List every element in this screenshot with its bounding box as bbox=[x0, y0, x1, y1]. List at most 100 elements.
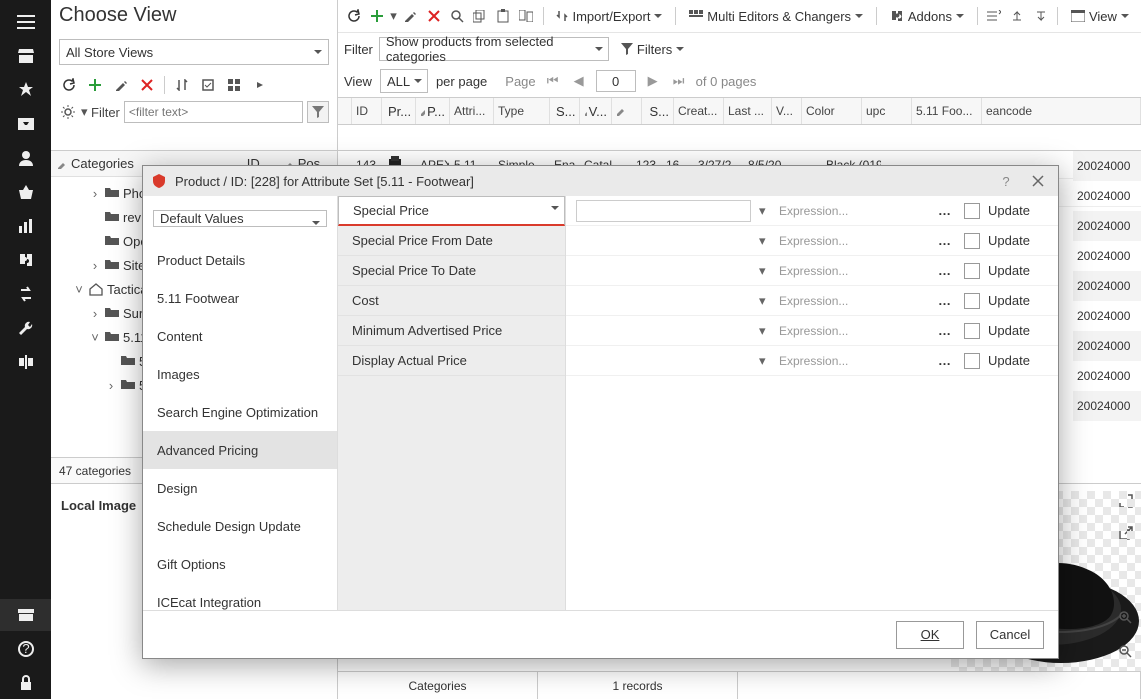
expression-placeholder[interactable]: Expression... bbox=[779, 324, 926, 338]
dialog-close-icon[interactable] bbox=[1026, 169, 1050, 193]
next-page-icon[interactable]: ▶ bbox=[644, 72, 662, 90]
more-icon[interactable]: … bbox=[934, 203, 956, 218]
archive-icon[interactable] bbox=[0, 599, 51, 631]
edit-product-icon[interactable] bbox=[401, 4, 420, 28]
apply-checkbox[interactable] bbox=[964, 353, 980, 369]
attribute-item[interactable]: Special Price From Date bbox=[338, 226, 565, 256]
more-icon[interactable]: … bbox=[934, 293, 956, 308]
update-link[interactable]: Update bbox=[988, 353, 1048, 368]
value-input[interactable] bbox=[576, 200, 751, 222]
paste-icon[interactable] bbox=[493, 4, 512, 28]
cancel-button[interactable]: Cancel bbox=[976, 621, 1044, 649]
chart-icon[interactable] bbox=[0, 210, 51, 242]
update-link[interactable]: Update bbox=[988, 323, 1048, 338]
star-icon[interactable] bbox=[0, 74, 51, 106]
default-values-select[interactable]: Default Values bbox=[153, 210, 327, 227]
add-icon[interactable] bbox=[83, 73, 107, 97]
tool3-icon[interactable] bbox=[1031, 4, 1050, 28]
refresh-icon[interactable] bbox=[57, 73, 81, 97]
dialog-nav-item[interactable]: Product Details bbox=[143, 241, 337, 279]
dialog-help-icon[interactable]: ? bbox=[994, 169, 1018, 193]
dialog-nav-item[interactable]: Gift Options bbox=[143, 545, 337, 583]
multi-editors-btn[interactable]: Multi Editors & Changers bbox=[683, 4, 869, 28]
wrench-icon[interactable] bbox=[0, 312, 51, 344]
update-link[interactable]: Update bbox=[988, 203, 1048, 218]
puzzle-icon[interactable] bbox=[0, 244, 51, 276]
user-icon[interactable] bbox=[0, 142, 51, 174]
last-page-icon[interactable]: ⏭ bbox=[670, 72, 688, 90]
zoom-in-icon[interactable] bbox=[1113, 605, 1137, 629]
dialog-nav-item[interactable]: 5.11 Footwear bbox=[143, 279, 337, 317]
update-link[interactable]: Update bbox=[988, 233, 1048, 248]
more-icon[interactable]: … bbox=[934, 263, 956, 278]
gear-icon[interactable] bbox=[59, 103, 77, 121]
apply-checkbox[interactable] bbox=[964, 263, 980, 279]
dialog-nav-item[interactable]: ICEcat Integration bbox=[143, 583, 337, 610]
col-id[interactable]: ID bbox=[352, 98, 382, 124]
clone-icon[interactable] bbox=[517, 4, 536, 28]
sort-icon[interactable] bbox=[170, 73, 194, 97]
view-all-select[interactable]: ALL bbox=[380, 69, 428, 93]
copy-icon[interactable] bbox=[470, 4, 489, 28]
more-icon[interactable]: … bbox=[934, 353, 956, 368]
store-icon[interactable] bbox=[0, 40, 51, 72]
value-dropdown-icon[interactable]: ▾ bbox=[759, 353, 771, 369]
attribute-item[interactable]: Minimum Advertised Price bbox=[338, 316, 565, 346]
more-icon[interactable]: … bbox=[934, 233, 956, 248]
expression-placeholder[interactable]: Expression... bbox=[779, 204, 926, 218]
attribute-item[interactable]: Display Actual Price bbox=[338, 346, 565, 376]
search-grid-icon[interactable] bbox=[447, 4, 466, 28]
expression-placeholder[interactable]: Expression... bbox=[779, 354, 926, 368]
value-dropdown-icon[interactable]: ▾ bbox=[759, 323, 771, 339]
dialog-nav-item[interactable]: Design bbox=[143, 469, 337, 507]
more-icon[interactable]: … bbox=[934, 323, 956, 338]
update-link[interactable]: Update bbox=[988, 263, 1048, 278]
grid-icon[interactable] bbox=[222, 73, 246, 97]
import-export-btn[interactable]: Import/Export bbox=[550, 4, 668, 28]
help-icon[interactable]: ? bbox=[0, 633, 51, 665]
filters-btn[interactable]: Filters bbox=[615, 37, 690, 61]
dialog-nav-item[interactable]: Advanced Pricing bbox=[143, 431, 337, 469]
expression-placeholder[interactable]: Expression... bbox=[779, 294, 926, 308]
apply-checkbox[interactable] bbox=[964, 233, 980, 249]
lock-icon[interactable] bbox=[0, 667, 51, 699]
tool2-icon[interactable] bbox=[1008, 4, 1027, 28]
first-page-icon[interactable]: ⏮ bbox=[544, 72, 562, 90]
value-dropdown-icon[interactable]: ▾ bbox=[759, 233, 771, 249]
add-product-icon[interactable] bbox=[367, 4, 386, 28]
delete-icon[interactable] bbox=[135, 73, 159, 97]
transfer-icon[interactable] bbox=[0, 278, 51, 310]
update-link[interactable]: Update bbox=[988, 293, 1048, 308]
filter-select[interactable]: Show products from selected categories bbox=[379, 37, 609, 61]
dialog-nav-item[interactable]: Schedule Design Update bbox=[143, 507, 337, 545]
attribute-item[interactable]: Cost bbox=[338, 286, 565, 316]
apply-checkbox[interactable] bbox=[964, 323, 980, 339]
delete-product-icon[interactable] bbox=[424, 4, 443, 28]
funnel-icon[interactable] bbox=[307, 101, 329, 123]
apply-checkbox[interactable] bbox=[964, 203, 980, 219]
attribute-item[interactable]: Special Price To Date bbox=[338, 256, 565, 286]
zoom-out-icon[interactable] bbox=[1113, 639, 1137, 663]
tool1-icon[interactable] bbox=[985, 4, 1004, 28]
store-view-select[interactable]: All Store Views bbox=[59, 39, 329, 65]
box-icon[interactable] bbox=[196, 73, 220, 97]
expression-placeholder[interactable]: Expression... bbox=[779, 264, 926, 278]
apply-checkbox[interactable] bbox=[964, 293, 980, 309]
basket-icon[interactable] bbox=[0, 176, 51, 208]
value-dropdown-icon[interactable]: ▾ bbox=[759, 203, 771, 219]
refresh-grid-icon[interactable] bbox=[344, 4, 363, 28]
compare-icon[interactable] bbox=[0, 346, 51, 378]
value-dropdown-icon[interactable]: ▾ bbox=[759, 263, 771, 279]
page-number-input[interactable] bbox=[596, 70, 636, 92]
addons-btn[interactable]: Addons bbox=[884, 4, 970, 28]
attribute-item[interactable]: Special Price bbox=[338, 196, 565, 226]
inbox-icon[interactable] bbox=[0, 108, 51, 140]
filter-input[interactable] bbox=[124, 101, 303, 123]
ok-button[interactable]: OK bbox=[896, 621, 964, 649]
prev-page-icon[interactable]: ◀ bbox=[570, 72, 588, 90]
value-dropdown-icon[interactable]: ▾ bbox=[759, 293, 771, 309]
view-btn[interactable]: View bbox=[1065, 4, 1135, 28]
more-icon[interactable] bbox=[248, 73, 272, 97]
expression-placeholder[interactable]: Expression... bbox=[779, 234, 926, 248]
dialog-nav-item[interactable]: Images bbox=[143, 355, 337, 393]
